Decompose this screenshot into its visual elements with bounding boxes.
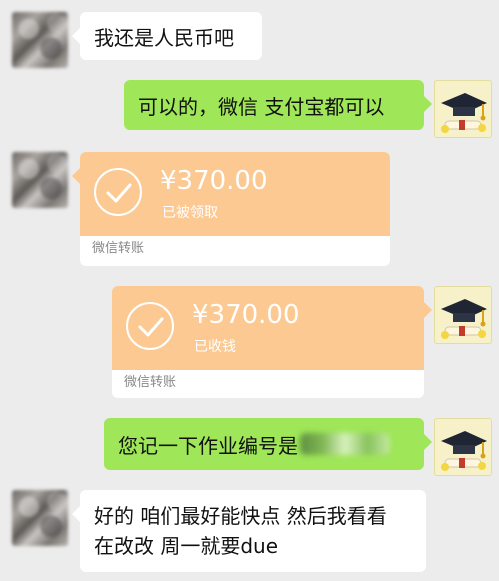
transfer-status: 已被领取	[162, 205, 218, 221]
transfer-footer: 微信转账	[80, 236, 390, 262]
message-text: 我还是人民币吧	[94, 25, 234, 50]
transfer-footer: 微信转账	[112, 370, 424, 396]
message-text: 可以的，微信 支付宝都可以	[138, 94, 385, 119]
message-bubble[interactable]: 好的 咱们最好能快点 然后我看看 在改改 周一就要due	[72, 490, 426, 572]
transfer-card-header: ¥370.00 已被领取	[80, 152, 390, 236]
avatar-left[interactable]	[12, 152, 68, 208]
message-text-line: 在改改 周一就要due	[94, 534, 279, 558]
check-circle-icon	[126, 302, 174, 350]
avatar-left[interactable]	[12, 12, 68, 68]
message-bubble[interactable]: 可以的，微信 支付宝都可以	[124, 80, 432, 130]
transfer-card[interactable]: ¥370.00 已收钱 微信转账	[112, 286, 432, 398]
message-bubble[interactable]: 我还是人民币吧	[72, 12, 262, 60]
graduation-cap-icon	[441, 431, 487, 471]
avatar-right[interactable]	[434, 286, 492, 344]
avatar-right[interactable]	[434, 418, 492, 476]
message-text: 您记一下作业编号是	[118, 433, 298, 458]
check-circle-icon	[94, 168, 142, 216]
transfer-status: 已收钱	[194, 339, 236, 355]
transfer-card[interactable]: ¥370.00 已被领取 微信转账	[72, 152, 390, 266]
message-text-line: 好的 咱们最好能快点 然后我看看	[94, 504, 387, 528]
transfer-amount: ¥370.00	[192, 300, 300, 330]
graduation-cap-icon	[441, 93, 487, 133]
graduation-cap-icon	[441, 299, 487, 339]
avatar-right[interactable]	[434, 80, 492, 138]
message-bubble[interactable]: 您记一下作业编号是	[104, 418, 432, 470]
transfer-amount: ¥370.00	[160, 166, 268, 196]
redacted-text	[300, 433, 390, 455]
transfer-card-header: ¥370.00 已收钱	[112, 286, 424, 370]
avatar-left[interactable]	[12, 490, 68, 546]
